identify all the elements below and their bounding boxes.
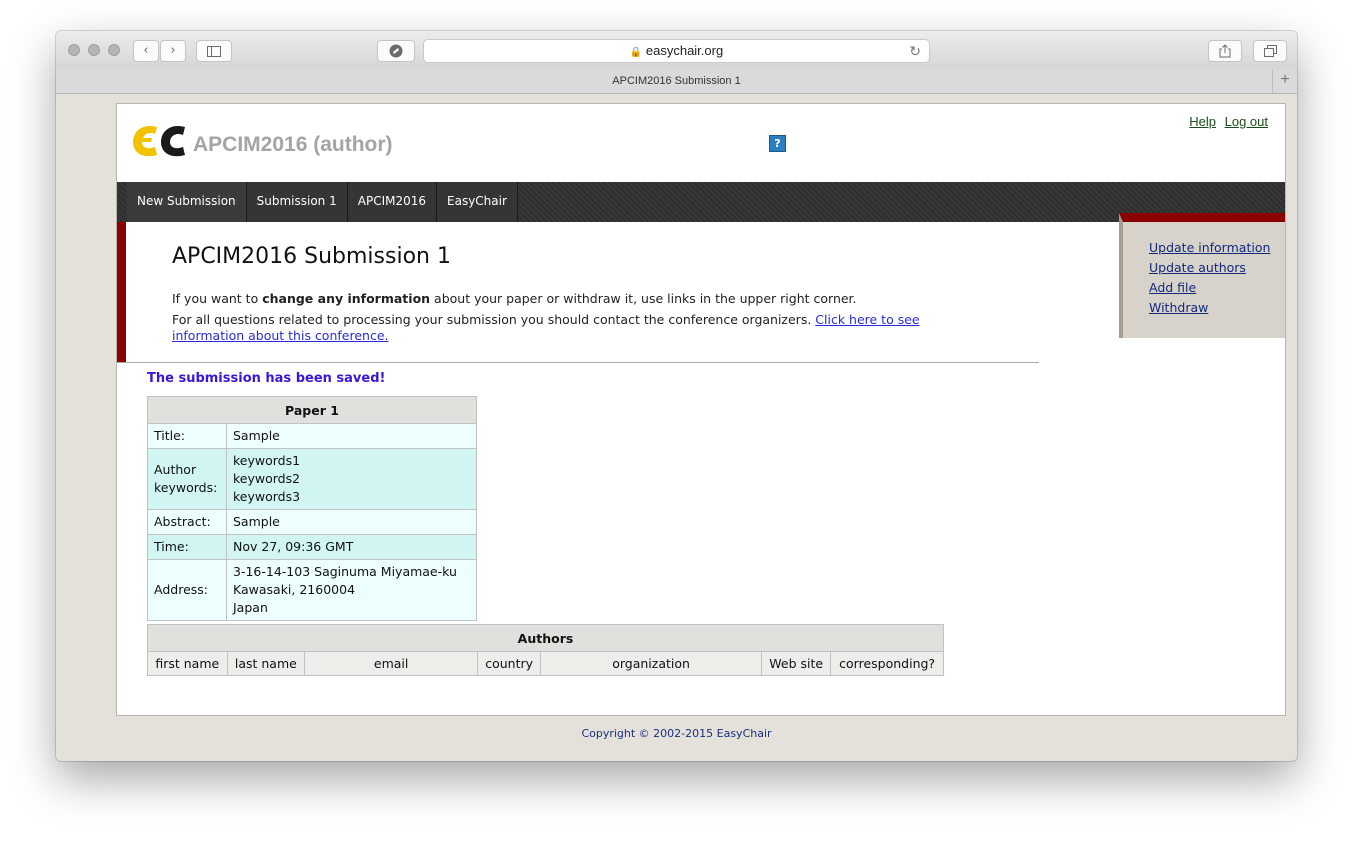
column-header: email [304,651,479,676]
tabs-icon [1263,45,1277,57]
authors-table-header: Authors [147,624,944,652]
table-row: Address: 3-16-14-103 Saginuma Miyamae-ku… [147,559,477,621]
nav-submission-1[interactable]: Submission 1 [246,182,348,222]
tabs-overview-button[interactable] [1253,40,1287,62]
update-authors-link[interactable]: Update authors [1149,258,1270,278]
plus-icon: + [1280,71,1290,88]
column-header: last name [226,651,306,676]
main-nav: New Submission Submission 1 APCIM2016 Ea… [117,182,1285,222]
nav-new-submission[interactable]: New Submission [127,182,247,222]
chevron-left-icon: ‹ [143,43,149,58]
address-line: Kawasaki, 2160004 [233,582,356,597]
row-label: Author keywords: [147,448,227,510]
reader-button[interactable] [377,40,415,62]
action-panel: Update information Update authors Add fi… [1119,213,1285,338]
footer-copyright: Copyright © 2002-2015 EasyChair [581,727,772,740]
authors-columns: first name last name email country organ… [147,651,944,676]
paper-table: Paper 1 Title: Sample Author keywords: k… [147,396,477,621]
top-links: Help Log out [1184,114,1268,129]
logout-link[interactable]: Log out [1225,114,1268,129]
browser-window: ‹ › 🔒 easychair.org ↻ APCIM2016 Submissi… [56,31,1297,761]
tab-title[interactable]: APCIM2016 Submission 1 [612,75,740,87]
table-row: Title: Sample [147,423,477,449]
info-line-2: For all questions related to processing … [172,312,972,344]
row-value: keywords1 keywords2 keywords3 [226,448,477,510]
nav-easychair[interactable]: EasyChair [437,182,518,222]
info-line-1: If you want to change any information ab… [172,291,857,306]
row-label: Abstract: [147,509,227,535]
reload-icon[interactable]: ↻ [909,40,921,62]
info2-text: For all questions related to processing … [172,312,816,327]
title-bar: ‹ › 🔒 easychair.org ↻ [56,31,1297,70]
sidebar-icon [207,46,221,57]
add-file-link[interactable]: Add file [1149,278,1270,298]
row-value: Nov 27, 09:36 GMT [226,534,477,560]
tab-bar: APCIM2016 Submission 1 + [56,69,1297,94]
paper-table-header: Paper 1 [147,396,477,424]
withdraw-link[interactable]: Withdraw [1149,298,1270,318]
info1-post: about your paper or withdraw it, use lin… [430,291,857,306]
back-button[interactable]: ‹ [133,40,159,62]
keyword: keywords2 [233,471,301,486]
info1-bold: change any information [262,291,431,306]
row-value: Sample [226,423,477,449]
lock-icon: 🔒 [629,47,643,58]
share-icon [1219,44,1231,58]
keyword: keywords3 [233,489,301,504]
easychair-logo [133,125,185,157]
nav-apcim2016[interactable]: APCIM2016 [347,182,438,222]
site-title: APCIM2016 (author) [193,133,393,156]
help-icon[interactable]: ? [769,135,786,152]
address-bar[interactable]: 🔒 easychair.org ↻ [423,39,930,63]
new-tab-button[interactable]: + [1272,69,1297,93]
share-button[interactable] [1208,40,1242,62]
row-label: Address: [147,559,227,621]
keyword: keywords1 [233,453,301,468]
column-header: organization [540,651,763,676]
zoom-window-button[interactable] [108,44,120,56]
reader-icon [389,44,403,58]
column-header: corresponding? [830,651,944,676]
minimize-window-button[interactable] [88,44,100,56]
divider [117,362,1039,363]
help-link[interactable]: Help [1189,114,1216,129]
row-value: 3-16-14-103 Saginuma Miyamae-ku Kawasaki… [226,559,477,621]
column-header: country [477,651,542,676]
row-value: Sample [226,509,477,535]
column-header: Web site [761,651,832,676]
forward-button[interactable]: › [160,40,186,62]
address-line: Japan [233,600,268,615]
table-row: Time: Nov 27, 09:36 GMT [147,534,477,560]
page-title: APCIM2016 Submission 1 [172,244,451,269]
row-label: Title: [147,423,227,449]
update-information-link[interactable]: Update information [1149,238,1270,258]
address-text: easychair.org [645,43,724,58]
column-header: first name [147,651,228,676]
chevron-right-icon: › [170,43,176,58]
authors-table: Authors first name last name email count… [147,624,944,676]
address-line: 3-16-14-103 Saginuma Miyamae-ku [233,564,457,579]
page-container: APCIM2016 (author) ? Help Log out New Su… [116,103,1286,716]
info1-pre: If you want to [172,291,263,306]
accent-bar [117,222,126,362]
table-row: Abstract: Sample [147,509,477,535]
close-window-button[interactable] [68,44,80,56]
row-label: Time: [147,534,227,560]
table-row: Author keywords: keywords1 keywords2 key… [147,448,477,510]
sidebar-toggle-button[interactable] [196,40,232,62]
saved-message: The submission has been saved! [147,371,386,386]
